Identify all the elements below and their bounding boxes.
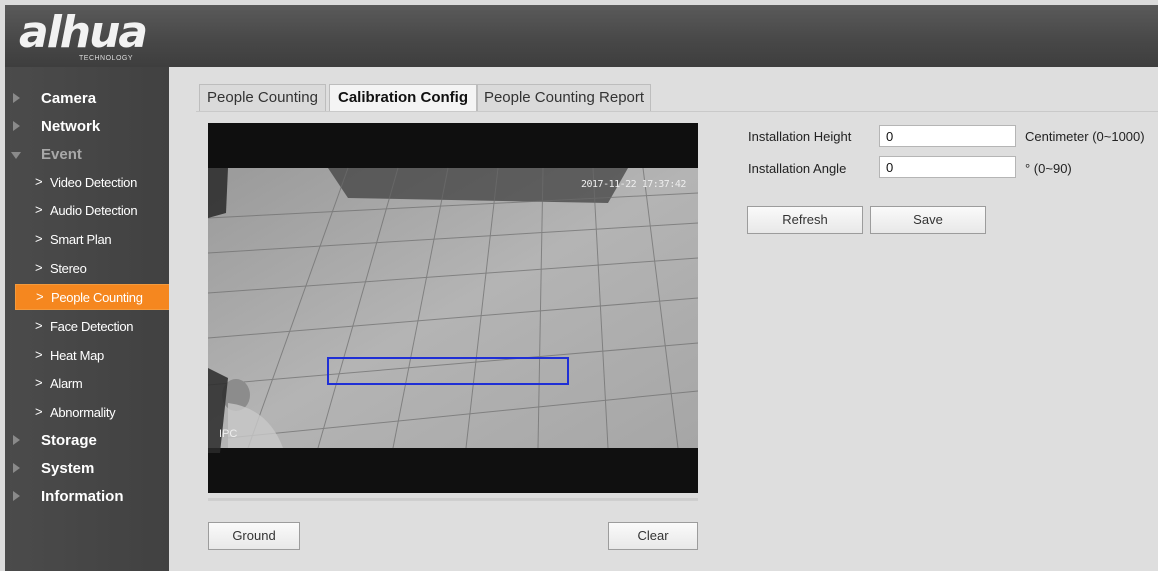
clear-button[interactable]: Clear [608, 522, 698, 550]
sidebar-section-label: System [41, 460, 95, 477]
sidebar-section-label: Event [41, 146, 82, 163]
collapsed-arrow-icon [13, 435, 20, 445]
collapsed-arrow-icon [13, 491, 20, 501]
video-scroll-track [208, 498, 698, 501]
logo-subtext: TECHNOLOGY [79, 55, 134, 62]
chevron-right-icon: > [36, 289, 44, 304]
sidebar-item-label: Heat Map [50, 348, 104, 363]
logo-text: alhua [19, 7, 148, 58]
chevron-right-icon: > [35, 318, 43, 333]
sidebar-section-network[interactable]: Network [5, 115, 169, 139]
installation-height-unit: Centimeter (0~1000) [1025, 129, 1145, 144]
tab-divider [196, 111, 1158, 112]
sidebar-section-camera[interactable]: Camera [5, 87, 169, 111]
sidebar-section-label: Camera [41, 90, 97, 107]
sidebar-item-face-detection[interactable]: > Face Detection [15, 314, 170, 338]
header-bar: alhua TECHNOLOGY [5, 5, 1158, 67]
collapsed-arrow-icon [13, 93, 20, 103]
installation-angle-label: Installation Angle [748, 161, 847, 176]
sidebar-item-label: Audio Detection [50, 203, 138, 218]
sidebar-item-label: Smart Plan [50, 232, 112, 247]
refresh-button[interactable]: Refresh [747, 206, 863, 234]
osd-timestamp: 2017-11-22 17:37:42 [581, 179, 686, 190]
chevron-right-icon: > [35, 174, 43, 189]
sidebar-item-video-detection[interactable]: > Video Detection [15, 170, 170, 194]
sidebar-item-label: Video Detection [50, 175, 138, 190]
sidebar-item-label: Face Detection [50, 319, 134, 334]
installation-angle-unit: ° (0~90) [1025, 161, 1072, 176]
sidebar-section-label: Storage [41, 432, 97, 449]
sidebar-section-storage[interactable]: Storage [5, 429, 169, 453]
main-panel: People Counting Calibration Config Peopl… [169, 67, 1158, 571]
sidebar-section-information[interactable]: Information [5, 485, 169, 509]
sidebar-item-smart-plan[interactable]: > Smart Plan [15, 227, 170, 251]
installation-height-input[interactable]: 0 [879, 125, 1016, 147]
chevron-right-icon: > [35, 404, 43, 419]
sidebar-section-label: Network [41, 118, 101, 135]
sidebar-item-label: People Counting [51, 290, 143, 305]
sidebar: Camera Network Event > Video Detection >… [5, 67, 172, 571]
tab-people-counting-report[interactable]: People Counting Report [477, 84, 651, 111]
video-preview[interactable]: 2017-11-22 17:37:42 IPC [208, 123, 698, 493]
sidebar-item-people-counting[interactable]: > People Counting [15, 284, 172, 310]
sidebar-item-alarm[interactable]: > Alarm [15, 371, 170, 395]
sidebar-item-label: Abnormality [50, 405, 116, 420]
installation-angle-input[interactable]: 0 [879, 156, 1016, 178]
sidebar-item-stereo[interactable]: > Stereo [15, 256, 170, 280]
ground-button[interactable]: Ground [208, 522, 300, 550]
save-button[interactable]: Save [870, 206, 986, 234]
chevron-right-icon: > [35, 347, 43, 362]
chevron-right-icon: > [35, 375, 43, 390]
installation-height-label: Installation Height [748, 129, 852, 144]
sidebar-section-label: Information [41, 488, 124, 505]
sidebar-item-abnormality[interactable]: > Abnormality [15, 400, 170, 424]
sidebar-item-audio-detection[interactable]: > Audio Detection [15, 198, 170, 222]
collapsed-arrow-icon [13, 121, 20, 131]
sidebar-section-system[interactable]: System [5, 457, 169, 481]
sidebar-section-event[interactable]: Event [5, 143, 169, 167]
osd-camera-label: IPC [219, 428, 238, 440]
chevron-right-icon: > [35, 202, 43, 217]
sidebar-item-label: Stereo [50, 261, 87, 276]
sidebar-item-heat-map[interactable]: > Heat Map [15, 343, 170, 367]
chevron-right-icon: > [35, 260, 43, 275]
chevron-right-icon: > [35, 231, 43, 246]
tab-calibration-config[interactable]: Calibration Config [329, 84, 477, 111]
dahua-logo: alhua TECHNOLOGY [19, 7, 179, 67]
collapsed-arrow-icon [13, 463, 20, 473]
expanded-arrow-icon [11, 152, 21, 159]
sidebar-item-label: Alarm [50, 376, 83, 391]
tab-people-counting[interactable]: People Counting [199, 84, 326, 111]
